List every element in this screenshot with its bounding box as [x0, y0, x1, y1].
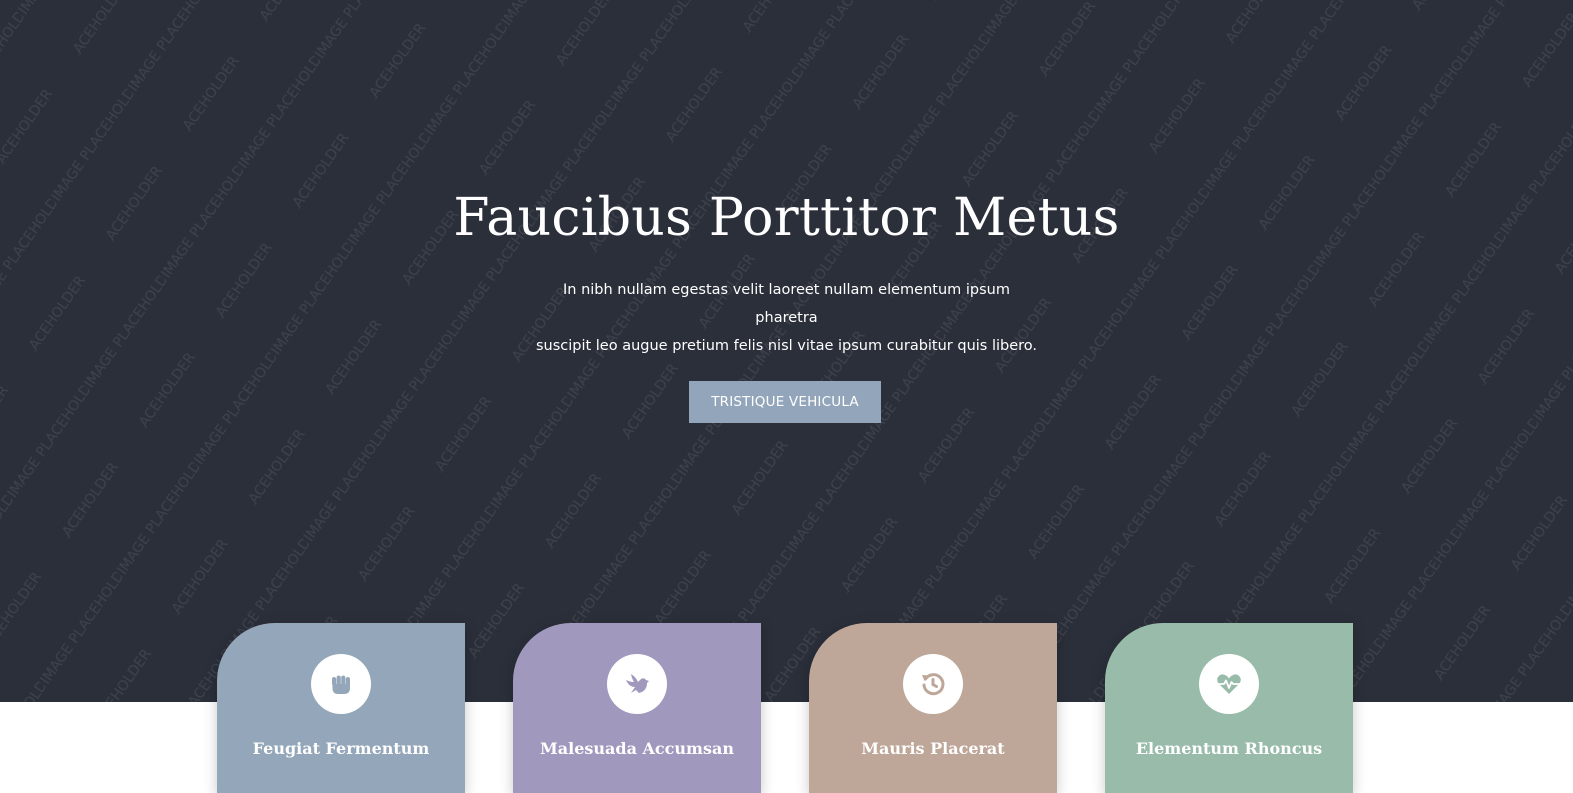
card-title: Malesuada Accumsan	[540, 739, 734, 758]
fist-icon	[311, 654, 371, 714]
hero-section: IMAGE PLACEHOLDER IMAGE PLACEHOLDER Fauc…	[0, 0, 1573, 702]
hero-description-line-2: suscipit leo augue pretium felis nisl vi…	[535, 338, 1038, 354]
tristique-vehicula-button[interactable]: TRISTIQUE VEHICULA	[689, 381, 881, 423]
card-title: Elementum Rhoncus	[1135, 739, 1323, 758]
feature-card-mauris[interactable]: Mauris Placerat	[809, 623, 1057, 793]
card-title: Feugiat Fermentum	[252, 739, 430, 758]
history-icon	[903, 654, 963, 714]
hero-description-line-1: In nibh nullam egestas velit laoreet nul…	[563, 282, 1010, 326]
hero-description: In nibh nullam egestas velit laoreet nul…	[530, 276, 1043, 360]
feature-card-malesuada[interactable]: Malesuada Accumsan	[513, 623, 761, 793]
card-title: Mauris Placerat	[861, 739, 1005, 758]
heartbeat-icon	[1199, 654, 1259, 714]
hero-title: Faucibus Porttitor Metus	[453, 188, 1120, 248]
feature-card-elementum[interactable]: Elementum Rhoncus	[1105, 623, 1353, 793]
dove-icon	[607, 654, 667, 714]
feature-card-feugiat[interactable]: Feugiat Fermentum	[217, 623, 465, 793]
